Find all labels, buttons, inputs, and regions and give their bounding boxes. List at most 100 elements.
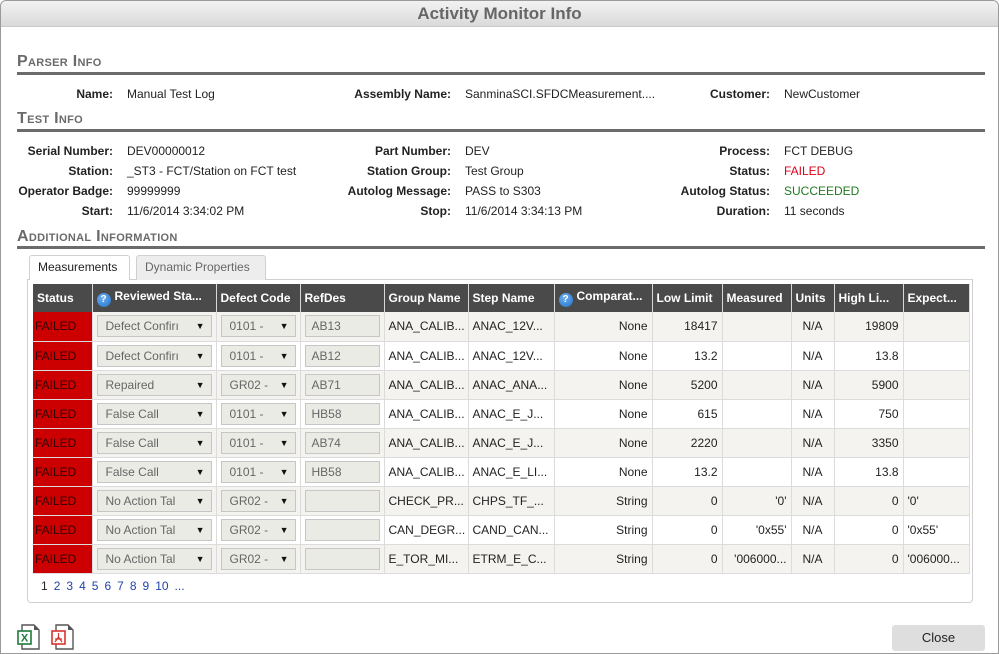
column-header-high-limit[interactable]: High Li...: [834, 284, 904, 312]
column-header-reviewed-status[interactable]: ? Reviewed Sta...: [92, 284, 217, 312]
field-value: Test Group: [465, 164, 524, 178]
reviewed-status-select[interactable]: Defect Confirı ▼: [96, 344, 212, 367]
page-link[interactable]: 10: [155, 579, 168, 593]
refdes-input[interactable]: AB71: [304, 373, 380, 396]
measured-cell: [722, 312, 792, 342]
table-row[interactable]: FAILED Repaired ▼ GR02 - ▼ AB71 ANA_CALIB... AN…: [33, 370, 970, 400]
measured-cell: '0': [722, 486, 792, 516]
close-button[interactable]: Close: [892, 625, 985, 651]
defect-code-select[interactable]: 0101 - ▼: [220, 344, 296, 367]
refdes-input[interactable]: [304, 489, 380, 512]
column-label: Status: [37, 291, 74, 305]
refdes-input[interactable]: AB13: [304, 315, 380, 338]
defect-code-select[interactable]: GR02 - ▼: [220, 489, 296, 512]
refdes-input[interactable]: HB58: [304, 460, 380, 483]
field-value: FAILED: [784, 164, 826, 178]
page-link[interactable]: 2: [54, 579, 61, 593]
refdes-input[interactable]: AB12: [304, 344, 380, 367]
refdes-input[interactable]: [304, 547, 380, 570]
reviewed-status-select[interactable]: False Call ▼: [96, 460, 212, 483]
comparator-cell: String: [554, 544, 653, 574]
dropdown-arrow-icon: ▼: [279, 437, 289, 448]
page-link[interactable]: 1: [41, 579, 48, 593]
page-link[interactable]: 5: [92, 579, 99, 593]
page-more-link[interactable]: ...: [175, 579, 185, 593]
field-label: Station:: [68, 164, 113, 178]
excel-export-icon[interactable]: X: [17, 624, 41, 650]
cell-text: String: [616, 493, 648, 508]
column-header-comparator[interactable]: ? Comparat...: [554, 284, 653, 312]
page-link[interactable]: 6: [104, 579, 111, 593]
column-header-defect-code[interactable]: Defect Code: [216, 284, 301, 312]
reviewed-status-select[interactable]: Defect Confirı ▼: [96, 315, 212, 338]
tab-measurements[interactable]: Measurements: [29, 255, 130, 280]
defect-code-select[interactable]: 0101 - ▼: [220, 431, 296, 454]
table-row[interactable]: FAILED False Call ▼ 0101 - ▼ HB58 ANA_CALIB...…: [33, 399, 970, 429]
defect-code-select[interactable]: 0101 - ▼: [220, 402, 296, 425]
table-row[interactable]: FAILED No Action Tal ▼ GR02 - ▼ CAN_DEGR... CA…: [33, 515, 970, 545]
refdes-input[interactable]: AB74: [304, 431, 380, 454]
table-row[interactable]: FAILED Defect Confirı ▼ 0101 - ▼ AB12 ANA_CALI…: [33, 341, 970, 371]
column-header-measured[interactable]: Measured: [722, 284, 792, 312]
table-row[interactable]: FAILED False Call ▼ 0101 - ▼ AB74 ANA_CALIB...…: [33, 428, 970, 458]
defect-code-select[interactable]: 0101 - ▼: [220, 315, 296, 338]
low-limit-cell: 0: [652, 544, 723, 574]
table-row[interactable]: FAILED Defect Confirı ▼ 0101 - ▼ AB13 ANA_CALI…: [33, 312, 970, 342]
column-label: Units: [795, 291, 826, 305]
comparator-cell: None: [554, 370, 653, 400]
column-header-status[interactable]: Status: [33, 284, 93, 312]
page-link[interactable]: 7: [117, 579, 124, 593]
status-text: FAILED: [35, 522, 77, 537]
status-text: FAILED: [35, 319, 77, 334]
cell-text: 615: [697, 406, 718, 421]
dropdown-arrow-icon: ▼: [279, 379, 289, 390]
page-link[interactable]: 3: [66, 579, 73, 593]
expected-cell: '006000...: [903, 544, 970, 574]
defect-code-select[interactable]: 0101 - ▼: [220, 460, 296, 483]
column-header-units[interactable]: Units: [791, 284, 835, 312]
page-link[interactable]: 4: [79, 579, 86, 593]
reviewed-status-select[interactable]: False Call ▼: [96, 431, 212, 454]
defect-code-select[interactable]: GR02 - ▼: [220, 373, 296, 396]
column-header-refdes[interactable]: RefDes: [300, 284, 385, 312]
cell-text: ANAC_ANA...: [472, 377, 548, 392]
reviewed-status-select[interactable]: No Action Tal ▼: [96, 518, 212, 541]
column-header-low-limit[interactable]: Low Limit: [652, 284, 723, 312]
refdes-input[interactable]: HB58: [304, 402, 380, 425]
table-row[interactable]: FAILED No Action Tal ▼ GR02 - ▼ CHECK_PR... CH…: [33, 486, 970, 516]
defect-code-select[interactable]: GR02 - ▼: [220, 518, 296, 541]
column-label: Measured: [726, 291, 783, 305]
field-value: NewCustomer: [784, 87, 861, 101]
table-row[interactable]: FAILED False Call ▼ 0101 - ▼ HB58 ANA_CALIB...…: [33, 457, 970, 487]
column-header-step-name[interactable]: Step Name: [468, 284, 555, 312]
page-link[interactable]: 8: [130, 579, 137, 593]
refdes-input[interactable]: [304, 518, 380, 541]
reviewed-status-cell: No Action Tal ▼: [92, 544, 217, 574]
step-name-cell: ETRM_E_C...: [468, 544, 555, 574]
tab-dynamic-properties[interactable]: Dynamic Properties: [136, 255, 266, 280]
page-link[interactable]: 9: [143, 579, 150, 593]
cell-text: E_TOR_MI...: [388, 551, 459, 566]
pdf-export-icon[interactable]: [51, 624, 75, 650]
reviewed-status-cell: Defect Confirı ▼: [92, 312, 217, 342]
select-value: False Call: [105, 435, 159, 450]
high-limit-cell: 19809: [834, 312, 904, 342]
help-icon[interactable]: ?: [558, 293, 573, 307]
reviewed-status-select[interactable]: No Action Tal ▼: [96, 547, 212, 570]
status-text: FAILED: [35, 406, 77, 421]
reviewed-status-select[interactable]: False Call ▼: [96, 402, 212, 425]
column-header-expected[interactable]: Expect...: [903, 284, 970, 312]
high-limit-cell: 750: [834, 399, 904, 429]
column-label: Low Limit: [656, 291, 713, 305]
help-icon[interactable]: ?: [96, 293, 111, 307]
reviewed-status-select[interactable]: No Action Tal ▼: [96, 489, 212, 512]
defect-code-select[interactable]: GR02 - ▼: [220, 547, 296, 570]
step-name-cell: ANAC_E_LI...: [468, 457, 555, 487]
status-cell: FAILED: [33, 486, 93, 516]
select-value: GR02 -: [229, 493, 269, 508]
table-row[interactable]: FAILED No Action Tal ▼ GR02 - ▼ E_TOR_MI... ET…: [33, 544, 970, 574]
cell-text: None: [618, 377, 648, 392]
column-header-group-name[interactable]: Group Name: [384, 284, 469, 312]
measured-cell: '006000...: [722, 544, 792, 574]
reviewed-status-select[interactable]: Repaired ▼: [96, 373, 212, 396]
